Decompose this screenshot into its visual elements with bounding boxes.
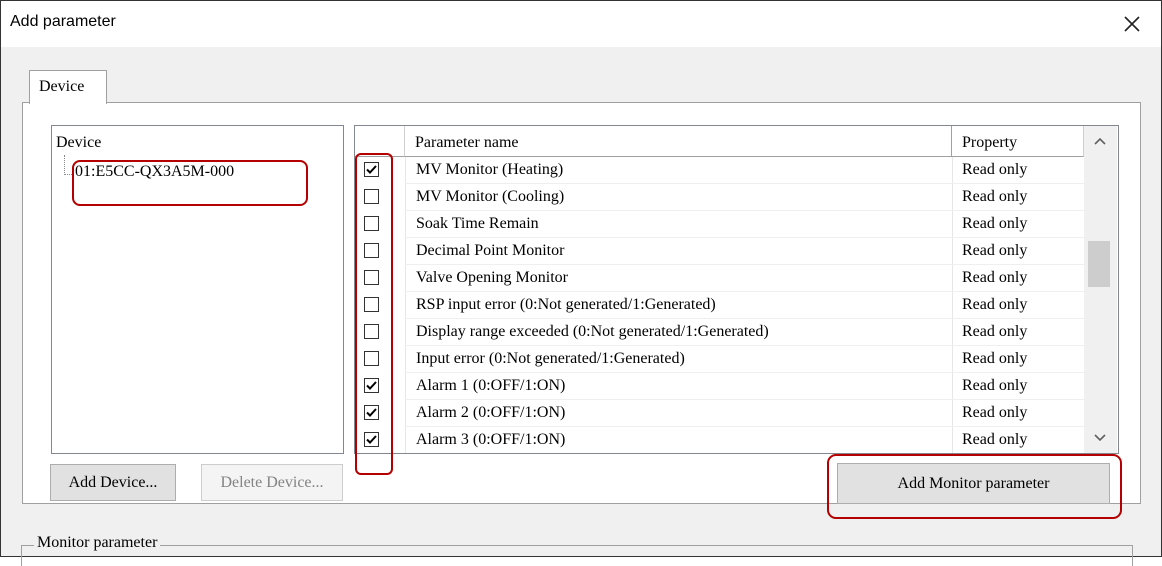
table-row[interactable]: Input error (0:Not generated/1:Generated… xyxy=(355,346,1084,373)
vertical-scrollbar[interactable] xyxy=(1084,126,1117,453)
parameter-property: Read only xyxy=(962,215,1028,232)
column-header-label: Property xyxy=(962,134,1018,151)
table-row[interactable]: Alarm 1 (0:OFF/1:ON) Read only xyxy=(355,373,1084,400)
grid-line xyxy=(952,238,953,265)
checkbox-column-highlight-box xyxy=(355,153,393,475)
parameter-property: Read only xyxy=(962,323,1028,340)
table-row[interactable]: MV Monitor (Cooling) Read only xyxy=(355,184,1084,211)
table-row[interactable]: Decimal Point Monitor Read only xyxy=(355,238,1084,265)
grid-line xyxy=(405,157,406,184)
parameter-property: Read only xyxy=(962,404,1028,421)
grid-line xyxy=(952,373,953,400)
grid-line xyxy=(952,265,953,292)
delete-device-button[interactable]: Delete Device... xyxy=(201,464,343,501)
parameter-name: Soak Time Remain xyxy=(416,215,539,232)
parameter-table: Parameter name Property MV Monitor (Heat… xyxy=(354,125,1119,454)
table-row[interactable]: MV Monitor (Heating) Read only xyxy=(355,157,1084,184)
parameter-property: Read only xyxy=(962,269,1028,286)
parameter-name: MV Monitor (Heating) xyxy=(416,161,564,178)
parameter-name: Display range exceeded (0:Not generated/… xyxy=(416,323,769,340)
tab-device-label: Device xyxy=(39,78,85,95)
grid-line xyxy=(952,346,953,373)
device-tree-header: Device xyxy=(56,134,102,151)
grid-line xyxy=(952,157,953,184)
grid-line xyxy=(405,265,406,292)
parameter-name: Alarm 2 (0:OFF/1:ON) xyxy=(416,404,566,421)
grid-line xyxy=(952,184,953,211)
grid-line xyxy=(405,319,406,346)
table-row[interactable]: Display range exceeded (0:Not generated/… xyxy=(355,319,1084,346)
table-row[interactable]: Alarm 3 (0:OFF/1:ON) Read only xyxy=(355,427,1084,453)
parameter-name: Alarm 3 (0:OFF/1:ON) xyxy=(416,431,566,448)
grid-line xyxy=(952,292,953,319)
parameter-property: Read only xyxy=(962,377,1028,394)
parameter-property: Read only xyxy=(962,350,1028,367)
grid-line xyxy=(405,400,406,427)
table-row[interactable]: Valve Opening Monitor Read only xyxy=(355,265,1084,292)
scroll-down-icon[interactable] xyxy=(1084,423,1117,453)
table-row[interactable]: Soak Time Remain Read only xyxy=(355,211,1084,238)
column-header-property[interactable]: Property xyxy=(952,126,1084,157)
add-parameter-dialog: Add parameter Device Device 01:E5CC-QX3A… xyxy=(0,0,1162,566)
grid-line xyxy=(405,184,406,211)
parameter-property: Read only xyxy=(962,242,1028,259)
parameter-name: Alarm 1 (0:OFF/1:ON) xyxy=(416,377,566,394)
monitor-parameter-group xyxy=(21,545,1133,566)
grid-line xyxy=(405,211,406,238)
device-highlight-box xyxy=(72,160,308,206)
parameter-property: Read only xyxy=(962,431,1028,448)
tab-device[interactable]: Device xyxy=(29,70,107,104)
add-monitor-highlight-box xyxy=(827,454,1122,519)
close-icon[interactable] xyxy=(1119,11,1145,37)
parameter-name: MV Monitor (Cooling) xyxy=(416,188,565,205)
add-device-button[interactable]: Add Device... xyxy=(50,464,176,501)
table-row[interactable]: Alarm 2 (0:OFF/1:ON) Read only xyxy=(355,400,1084,427)
dialog-title: Add parameter xyxy=(10,13,116,30)
parameter-name: RSP input error (0:Not generated/1:Gener… xyxy=(416,296,716,313)
monitor-parameter-group-label: Monitor parameter xyxy=(34,534,161,552)
column-header-label: Parameter name xyxy=(415,134,519,151)
tree-connector xyxy=(64,155,65,175)
parameter-property: Read only xyxy=(962,161,1028,178)
grid-line xyxy=(405,346,406,373)
grid-line xyxy=(405,427,406,453)
grid-line xyxy=(952,319,953,346)
parameter-property: Read only xyxy=(962,296,1028,313)
column-header-parameter-name[interactable]: Parameter name xyxy=(405,126,952,157)
parameter-property: Read only xyxy=(962,188,1028,205)
grid-line xyxy=(405,238,406,265)
table-row[interactable]: RSP input error (0:Not generated/1:Gener… xyxy=(355,292,1084,319)
grid-line xyxy=(952,400,953,427)
grid-line xyxy=(405,373,406,400)
parameter-name: Valve Opening Monitor xyxy=(416,269,568,286)
grid-line xyxy=(952,211,953,238)
scroll-up-icon[interactable] xyxy=(1084,126,1117,156)
parameter-name: Decimal Point Monitor xyxy=(416,242,565,259)
grid-line xyxy=(952,427,953,453)
grid-line xyxy=(405,292,406,319)
title-bar: Add parameter xyxy=(1,1,1161,47)
parameter-name: Input error (0:Not generated/1:Generated… xyxy=(416,350,685,367)
scrollbar-thumb[interactable] xyxy=(1088,241,1110,287)
